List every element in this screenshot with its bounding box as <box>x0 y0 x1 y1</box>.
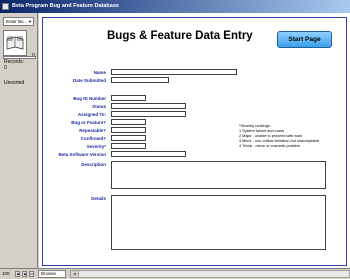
bug-or-feature-field[interactable] <box>111 119 146 125</box>
records-label: Records: <box>4 59 25 65</box>
repeatable-field[interactable] <box>111 127 146 133</box>
repeatable-label: Repeatable? <box>79 128 106 133</box>
horizontal-scrollbar[interactable]: ◂ <box>70 270 350 278</box>
records-value: 0 <box>4 65 7 71</box>
layout-menu[interactable]: Enter Bu... ▼ <box>3 17 34 26</box>
details-field[interactable] <box>111 195 326 250</box>
assigned-to-field[interactable] <box>111 111 186 117</box>
page-title: Bugs & Feature Data Entry <box>107 30 253 42</box>
confirmed-label: Confirmed? <box>80 136 106 141</box>
status-field[interactable] <box>111 103 186 109</box>
book-pages-icon <box>6 36 24 50</box>
description-field[interactable] <box>111 161 326 189</box>
bottom-bar: 100 ▲ ▲ ▭ Browse ◂ <box>0 268 350 279</box>
date-submitted-label: Date Submitted <box>72 78 106 83</box>
confirmed-field[interactable] <box>111 135 146 141</box>
title-bar: Beta Program Bug and Feature Database <box>0 0 350 13</box>
window-title: Beta Program Bug and Feature Database <box>12 3 119 9</box>
details-label: Details <box>91 196 106 201</box>
layout-content: Bugs & Feature Data Entry Start Page Nam… <box>39 13 350 268</box>
book-icon[interactable]: 0 <box>3 30 35 59</box>
mode-selector[interactable]: Browse <box>38 270 66 278</box>
name-label: Name <box>93 70 106 75</box>
bug-or-feature-label: Bug or Feature? <box>71 120 106 125</box>
sort-status: Unsorted <box>4 80 25 86</box>
scroll-left-icon[interactable]: ◂ <box>71 271 79 277</box>
name-field[interactable] <box>111 69 237 75</box>
layout-menu-label: Enter Bu... <box>6 19 28 24</box>
bug-id-label: Bug ID Number <box>73 96 106 101</box>
zoom-in-icon[interactable]: ▲ <box>22 271 27 277</box>
severity-field[interactable] <box>111 143 146 149</box>
beta-version-field[interactable] <box>111 151 186 157</box>
severity-label: Severity* <box>86 144 106 149</box>
zoom-level[interactable]: 100 <box>2 271 10 276</box>
description-label: Description <box>81 162 106 167</box>
app-icon <box>2 3 9 10</box>
start-page-button[interactable]: Start Page <box>277 31 332 48</box>
status-area: Enter Bu... ▼ 0 Records: 0 Unsorted <box>0 13 38 268</box>
beta-version-label: Beta Software Version <box>58 152 106 157</box>
date-submitted-field[interactable] <box>111 77 169 83</box>
dropdown-arrow-icon: ▼ <box>28 19 32 24</box>
assigned-to-label: Assigned To: <box>77 112 106 117</box>
form-panel: Bugs & Feature Data Entry Start Page Nam… <box>42 17 347 266</box>
zoom-out-icon[interactable]: ▲ <box>15 271 20 277</box>
status-label: Status <box>92 104 106 109</box>
severity-note-line: 4 Trivial - minor or cosmetic problem <box>239 144 301 148</box>
severity-note: *Severity rankings- 1 System failure and… <box>239 124 319 149</box>
bug-id-field[interactable] <box>111 95 146 101</box>
status-area-toggle-icon[interactable]: ▭ <box>29 271 34 277</box>
application-window: Beta Program Bug and Feature Database En… <box>0 0 350 279</box>
